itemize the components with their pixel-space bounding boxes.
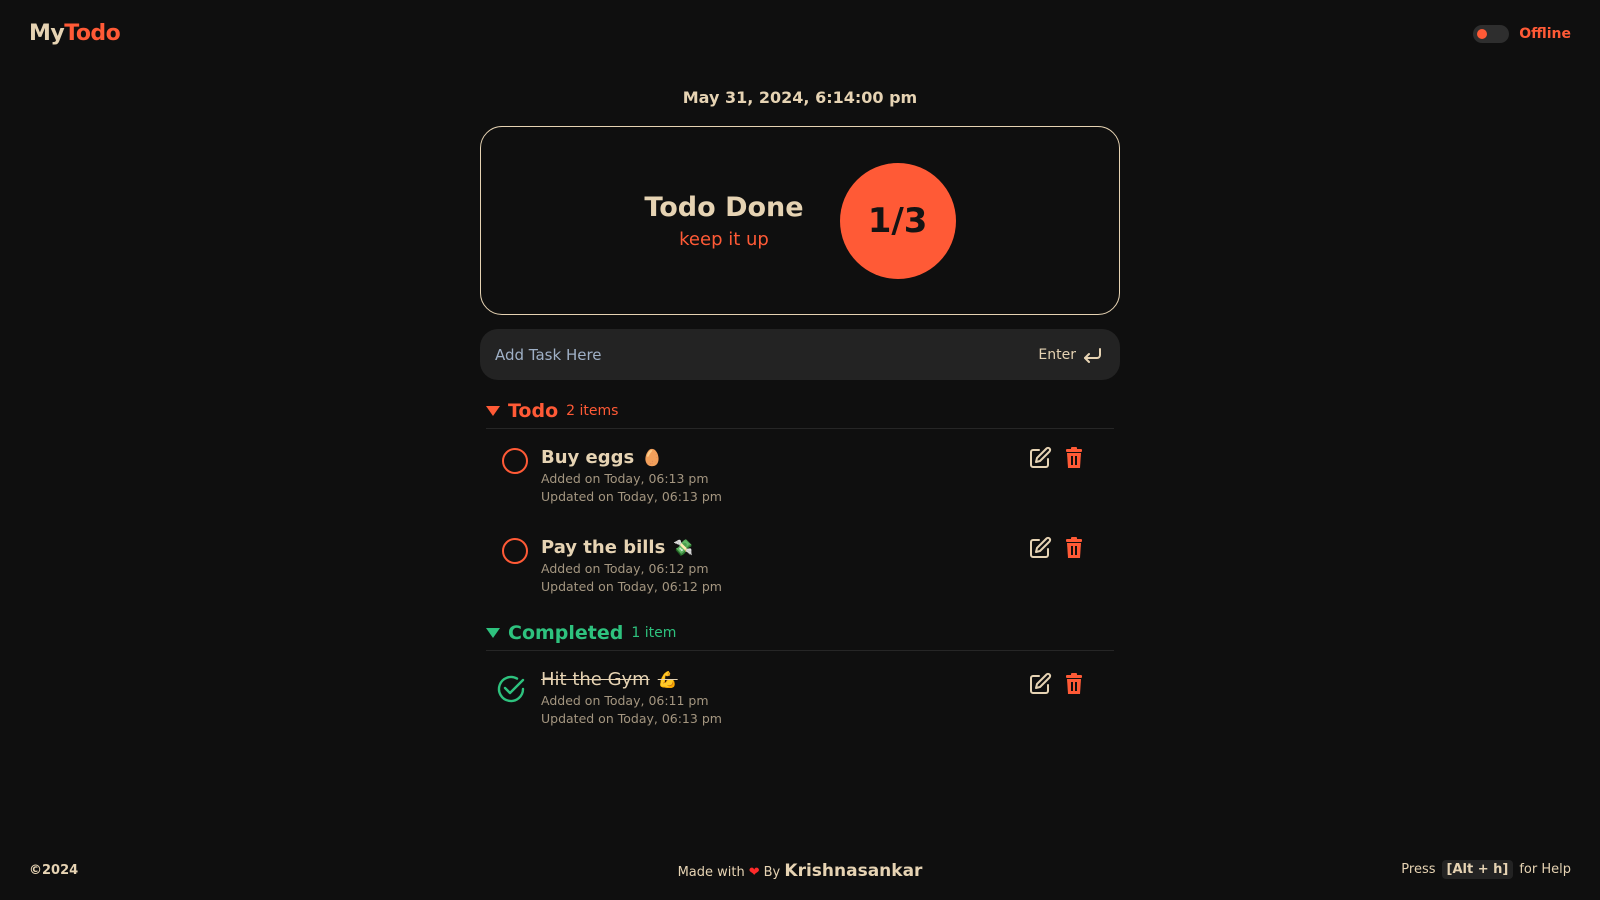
check-circle-icon[interactable] xyxy=(496,674,526,704)
footer-credits: Made with ❤ By Krishnasankar xyxy=(0,861,1600,881)
trash-icon[interactable] xyxy=(1062,446,1086,470)
caret-down-icon xyxy=(486,405,500,416)
task-updated-date: Updated on Today, 06:13 pm xyxy=(541,711,722,726)
enter-icon xyxy=(1084,347,1101,363)
caret-down-icon xyxy=(486,627,500,638)
task-name-row: Buy eggs 🥚 xyxy=(541,444,722,470)
trash-icon[interactable] xyxy=(1062,536,1086,560)
task-added-date: Added on Today, 06:11 pm xyxy=(541,693,709,708)
task-actions xyxy=(1028,672,1086,696)
logo-my: My xyxy=(29,21,65,46)
task-name: Hit the Gym xyxy=(541,668,650,690)
task-updated-date: Updated on Today, 06:13 pm xyxy=(541,489,722,504)
task-emoji: 💪 xyxy=(657,669,678,689)
todo-section-title: Todo xyxy=(508,399,559,422)
help-suffix-label: for Help xyxy=(1519,862,1571,877)
complete-task-checkbox[interactable] xyxy=(502,448,528,474)
task-body: Buy eggs 🥚 Added on Today, 06:13 pm Upda… xyxy=(541,444,722,506)
completed-section-title: Completed xyxy=(508,621,624,644)
trash-icon[interactable] xyxy=(1062,672,1086,696)
offline-toggle[interactable] xyxy=(1473,25,1510,43)
task-emoji: 🥚 xyxy=(642,447,663,467)
edit-icon[interactable] xyxy=(1028,536,1052,560)
progress-summary-card: Todo Done keep it up 1/3 xyxy=(480,126,1120,315)
help-shortcut-keys: [Alt + h] xyxy=(1441,860,1514,879)
task-body: Hit the Gym 💪 Added on Today, 06:11 pm U… xyxy=(541,666,722,728)
completed-section-count: 1 item xyxy=(631,624,677,641)
add-task-input[interactable] xyxy=(495,345,975,364)
task-actions xyxy=(1028,446,1086,470)
task-updated-date: Updated on Today, 06:12 pm xyxy=(541,579,722,594)
made-with-label: Made with xyxy=(677,865,745,880)
complete-task-checkbox[interactable] xyxy=(502,538,528,564)
author-link[interactable]: Krishnasankar xyxy=(784,861,922,881)
enter-label: Enter xyxy=(1038,346,1076,363)
add-task-bar: Enter xyxy=(480,329,1120,380)
app-logo[interactable]: MyTodo xyxy=(29,21,121,46)
summary-text: Todo Done keep it up xyxy=(644,192,803,250)
summary-subtitle: keep it up xyxy=(679,228,769,250)
completed-section-header[interactable]: Completed 1 item xyxy=(486,615,1114,651)
task-name: Pay the bills xyxy=(541,536,666,558)
edit-icon[interactable] xyxy=(1028,672,1052,696)
heart-icon: ❤ xyxy=(748,865,760,880)
network-status-label: Offline xyxy=(1519,26,1571,42)
task-item: Hit the Gym 💪 Added on Today, 06:11 pm U… xyxy=(490,666,1100,746)
current-datetime: May 31, 2024, 6:14:00 pm xyxy=(682,88,918,107)
task-name-row: Hit the Gym 💪 xyxy=(541,666,722,692)
task-actions xyxy=(1028,536,1086,560)
network-indicator: Offline xyxy=(1473,25,1571,43)
task-name-row: Pay the bills 💸 xyxy=(541,534,722,560)
edit-icon[interactable] xyxy=(1028,446,1052,470)
task-added-date: Added on Today, 06:12 pm xyxy=(541,561,709,576)
task-body: Pay the bills 💸 Added on Today, 06:12 pm… xyxy=(541,534,722,596)
task-added-date: Added on Today, 06:13 pm xyxy=(541,471,709,486)
todo-section-count: 2 items xyxy=(566,402,619,419)
todo-section-header[interactable]: Todo 2 items xyxy=(486,393,1114,429)
help-press-label: Press xyxy=(1401,862,1436,877)
enter-button[interactable]: Enter xyxy=(1038,347,1102,363)
help-hint: Press [Alt + h] for Help xyxy=(1401,860,1571,879)
by-label: By xyxy=(763,865,781,880)
task-emoji: 💸 xyxy=(673,537,694,557)
toggle-knob xyxy=(1477,29,1488,39)
task-item: Pay the bills 💸 Added on Today, 06:12 pm… xyxy=(490,534,1100,614)
summary-title: Todo Done xyxy=(644,191,804,223)
progress-count-badge: 1/3 xyxy=(839,162,956,279)
logo-todo: Todo xyxy=(64,21,121,46)
task-item: Buy eggs 🥚 Added on Today, 06:13 pm Upda… xyxy=(490,444,1100,524)
task-name: Buy eggs xyxy=(541,446,635,468)
